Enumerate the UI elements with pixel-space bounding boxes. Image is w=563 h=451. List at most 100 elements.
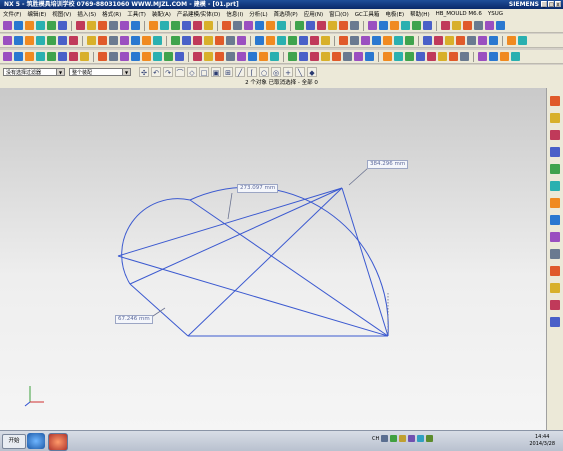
toolbar-tool-icon[interactable] [160, 21, 169, 30]
toolbar-tool-icon[interactable] [405, 52, 414, 61]
toolbar-tool-icon[interactable] [14, 21, 23, 30]
resource-bar-tab-icon[interactable] [550, 147, 560, 157]
menu-product-modeling[interactable]: 产品建模/实体(D) [177, 10, 220, 18]
toolbar-tool-icon[interactable] [427, 52, 436, 61]
toolbar-tool-icon[interactable] [120, 36, 129, 45]
toolbar-tool-icon[interactable] [36, 52, 45, 61]
toolbar-tool-icon[interactable] [25, 21, 34, 30]
toolbar-tool-icon[interactable] [233, 21, 242, 30]
toolbar-tool-icon[interactable] [171, 21, 180, 30]
snap-tool-icon[interactable]: ⊞ [223, 67, 233, 77]
menu-file[interactable]: 文件(F) [3, 10, 21, 18]
toolbar-tool-icon[interactable] [383, 52, 392, 61]
snap-tool-icon[interactable]: ↶ [151, 67, 161, 77]
toolbar-tool-icon[interactable] [368, 21, 377, 30]
toolbar-tool-icon[interactable] [365, 52, 374, 61]
tray-app-icon[interactable] [408, 435, 416, 442]
toolbar-tool-icon[interactable] [343, 52, 352, 61]
resource-bar-tab-icon[interactable] [550, 113, 560, 123]
toolbar-tool-icon[interactable] [266, 21, 275, 30]
snap-tool-icon[interactable]: ○ [259, 67, 269, 77]
toolbar-tool-icon[interactable] [332, 52, 341, 61]
menu-assemblies[interactable]: 装配(A) [152, 10, 171, 18]
toolbar-tool-icon[interactable] [58, 36, 67, 45]
snap-tool-icon[interactable]: ↷ [163, 67, 173, 77]
toolbar-tool-icon[interactable] [175, 52, 184, 61]
resource-bar-tab-icon[interactable] [550, 266, 560, 276]
toolbar-tool-icon[interactable] [182, 21, 191, 30]
menu-help[interactable]: 帮助(H) [410, 10, 429, 18]
toolbar-tool-icon[interactable] [394, 36, 403, 45]
toolbar-tool-icon[interactable] [164, 52, 173, 61]
toolbar-tool-icon[interactable] [518, 36, 527, 45]
toolbar-tool-icon[interactable] [3, 21, 12, 30]
resource-bar-tab-icon[interactable] [550, 232, 560, 242]
toolbar-tool-icon[interactable] [58, 52, 67, 61]
toolbar-tool-icon[interactable] [47, 21, 56, 30]
menu-information[interactable]: 信息(I) [226, 10, 243, 18]
snap-tool-icon[interactable]: ◆ [307, 67, 317, 77]
toolbar-tool-icon[interactable] [405, 36, 414, 45]
diagonal-line-3[interactable] [117, 255, 389, 337]
toolbar-tool-icon[interactable] [445, 36, 454, 45]
toolbar-tool-icon[interactable] [350, 21, 359, 30]
toolbar-tool-icon[interactable] [109, 36, 118, 45]
toolbar-tool-icon[interactable] [478, 36, 487, 45]
resource-bar-tab-icon[interactable] [550, 164, 560, 174]
resource-bar-tab-icon[interactable] [550, 283, 560, 293]
toolbar-tool-icon[interactable] [310, 52, 319, 61]
menu-application[interactable]: 应用(N) [304, 10, 323, 18]
toolbar-tool-icon[interactable] [463, 21, 472, 30]
close-button[interactable]: x [555, 1, 561, 8]
snap-tool-icon[interactable]: ✣ [139, 67, 149, 77]
toolbar-tool-icon[interactable] [350, 36, 359, 45]
maximize-button[interactable]: □ [548, 1, 554, 8]
toolbar-tool-icon[interactable] [460, 52, 469, 61]
toolbar-tool-icon[interactable] [489, 36, 498, 45]
toolbar-tool-icon[interactable] [193, 52, 202, 61]
app-icon-browser[interactable] [27, 433, 45, 449]
left-small-arc[interactable] [121, 198, 191, 285]
toolbar-tool-icon[interactable] [485, 21, 494, 30]
snap-tool-icon[interactable]: ◎ [271, 67, 281, 77]
toolbar-tool-icon[interactable] [204, 52, 213, 61]
toolbar-tool-icon[interactable] [204, 21, 213, 30]
volume-icon[interactable] [399, 435, 407, 442]
toolbar-tool-icon[interactable] [255, 21, 264, 30]
toolbar-tool-icon[interactable] [222, 21, 231, 30]
toolbar-tool-icon[interactable] [25, 36, 34, 45]
input-method-label[interactable]: CH [372, 436, 379, 442]
tray-app-icon[interactable] [426, 435, 434, 442]
toolbar-tool-icon[interactable] [306, 21, 315, 30]
toolbar-tool-icon[interactable] [259, 52, 268, 61]
toolbar-tool-icon[interactable] [204, 36, 213, 45]
toolbar-tool-icon[interactable] [383, 36, 392, 45]
large-arc[interactable] [189, 186, 389, 337]
toolbar-tool-icon[interactable] [452, 21, 461, 30]
toolbar-tool-icon[interactable] [266, 36, 275, 45]
snap-tool-icon[interactable]: ▣ [211, 67, 221, 77]
resource-bar-tab-icon[interactable] [550, 198, 560, 208]
toolbar-tool-icon[interactable] [310, 36, 319, 45]
app-icon-nx[interactable] [48, 433, 68, 451]
resource-bar-tab-icon[interactable] [550, 96, 560, 106]
resource-bar-tab-icon[interactable] [550, 300, 560, 310]
toolbar-tool-icon[interactable] [321, 36, 330, 45]
resource-bar-tab-icon[interactable] [550, 181, 560, 191]
toolbar-tool-icon[interactable] [328, 21, 337, 30]
toolbar-tool-icon[interactable] [109, 21, 118, 30]
toolbar-tool-icon[interactable] [449, 52, 458, 61]
toolbar-tool-icon[interactable] [131, 21, 140, 30]
snap-tool-icon[interactable]: ╲ [295, 67, 305, 77]
toolbar-tool-icon[interactable] [299, 52, 308, 61]
toolbar-tool-icon[interactable] [98, 21, 107, 30]
toolbar-tool-icon[interactable] [496, 21, 505, 30]
menu-analysis[interactable]: 分析(L) [249, 10, 267, 18]
toolbar-tool-icon[interactable] [142, 52, 151, 61]
graphics-window[interactable]: 273.097 mm 384.296 mm 67.246 mm [0, 88, 546, 430]
menu-electrode[interactable]: 电极(E) [385, 10, 404, 18]
start-button[interactable]: 开始 [2, 434, 26, 449]
toolbar-tool-icon[interactable] [98, 52, 107, 61]
diagonal-line-6[interactable] [341, 187, 389, 337]
menu-tools[interactable]: 工具(T) [127, 10, 146, 18]
